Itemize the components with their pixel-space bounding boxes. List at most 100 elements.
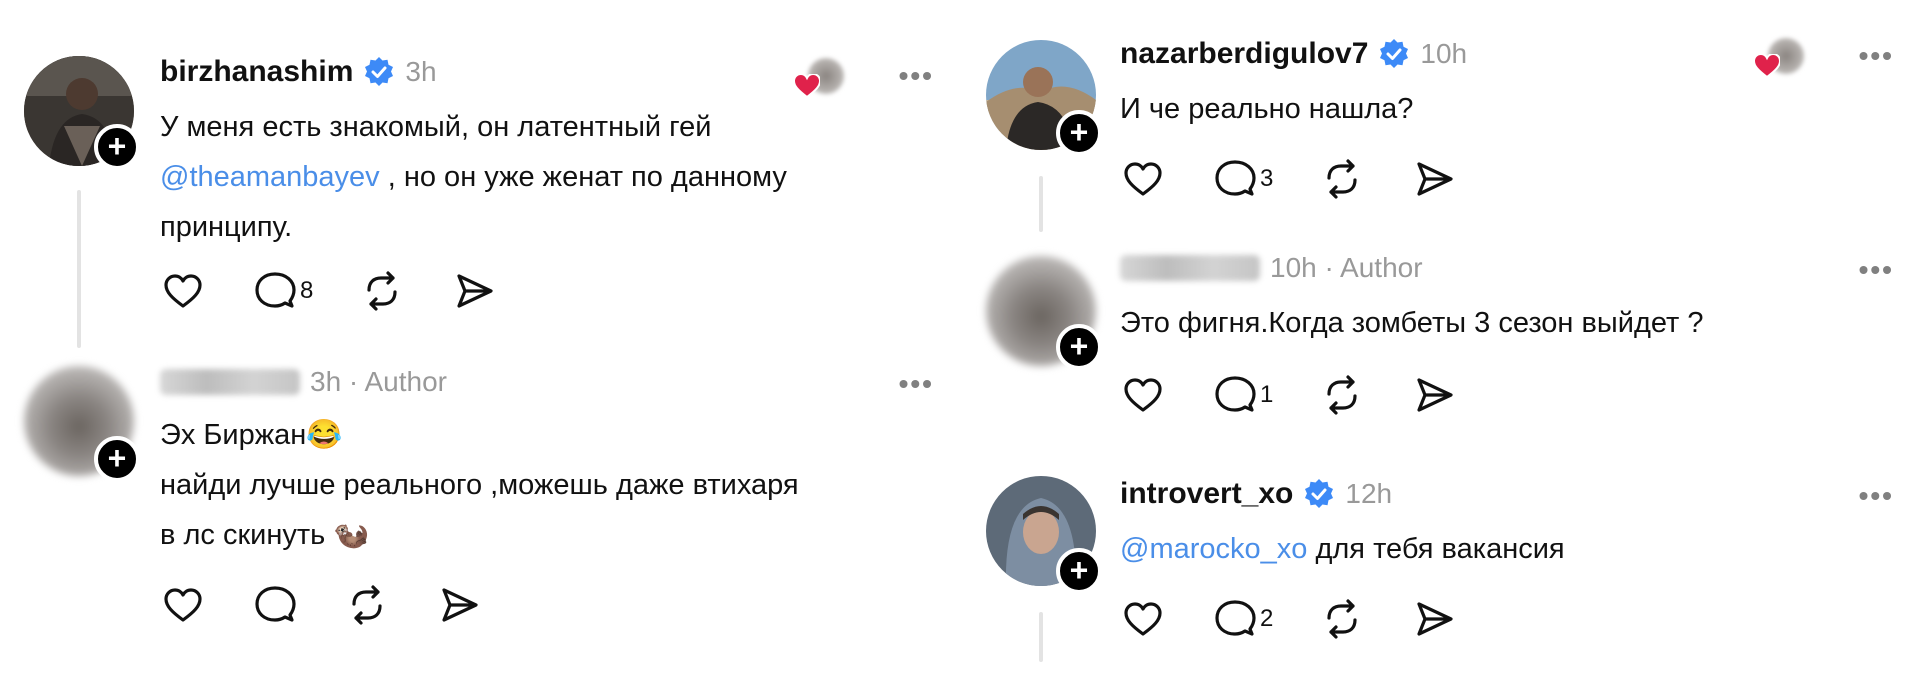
verified-badge-icon (1380, 39, 1409, 68)
like-button[interactable] (160, 268, 206, 314)
post-header: birzhanashim 3h (160, 50, 437, 94)
paper-plane-icon (1417, 378, 1453, 412)
text-line: У меня есть знакомый, он латентный гей (160, 102, 787, 152)
action-bar: 1 (1120, 370, 1503, 420)
reply-count: 1 (1260, 381, 1274, 408)
share-button[interactable] (1411, 596, 1457, 642)
post-header: introvert_xo 12h (1120, 472, 1392, 516)
text-segment: найди лучше реального ,можешь даже втиха… (160, 469, 799, 501)
share-button[interactable] (436, 582, 482, 628)
username[interactable]: nazarberdigulov7 (1120, 37, 1368, 71)
paper-plane-icon (457, 274, 493, 308)
text-line: принципу. (160, 202, 787, 252)
text-line: @theamanbayev , но он уже женат по данно… (160, 152, 787, 202)
repost-arrows-icon (1327, 159, 1357, 199)
post-time: 12h (1345, 478, 1393, 509)
speech-bubble-icon (1215, 600, 1256, 636)
heart-outline-icon (1124, 602, 1162, 636)
share-button[interactable] (451, 268, 497, 314)
mention-link[interactable]: @marocko_xo (1120, 533, 1307, 565)
post-header: nazarberdigulov7 10h (1120, 32, 1467, 76)
speech-bubble-icon (255, 586, 296, 622)
username[interactable]: introvert_xo (1120, 477, 1293, 511)
heart-outline-icon (1124, 162, 1162, 196)
text-segment: в лс скинуть 🦦 (160, 519, 370, 551)
repost-button[interactable] (1319, 372, 1365, 418)
username-blurred[interactable]: arcasadel (160, 369, 300, 395)
text-line: Это фигня.Когда зомбеты 3 сезон выйдет ? (1120, 298, 1704, 348)
speech-bubble-icon (255, 272, 296, 308)
reply-button[interactable]: 1 (1212, 372, 1273, 418)
post-time: 10h · Author (1270, 252, 1423, 283)
repost-button[interactable] (1319, 596, 1365, 642)
action-bar: 3 (1120, 154, 1503, 204)
post-text: Эх Биржан😂 найди лучше реального ,можешь… (160, 410, 799, 560)
like-button[interactable] (1120, 156, 1166, 202)
more-dots-icon[interactable]: ••• (899, 368, 934, 400)
text-segment: , но он уже женат по данному (379, 161, 787, 193)
follow-plus-icon[interactable]: + (1056, 324, 1102, 370)
heart-outline-icon (164, 274, 202, 308)
left-column: + birzhanashim 3h ••• У меня есть знаком… (0, 0, 960, 680)
repost-arrows-icon (367, 271, 397, 311)
post-time: 10h (1420, 38, 1468, 69)
repost-button[interactable] (359, 268, 405, 314)
liked-by-author-indicator (1754, 34, 1804, 78)
text-segment: Это фигня.Когда зомбеты 3 сезон выйдет ? (1120, 307, 1704, 339)
post-header: arcasadel 10h · Author (1120, 246, 1423, 290)
follow-plus-icon[interactable]: + (94, 436, 140, 482)
repost-arrows-icon (352, 585, 382, 625)
text-line: найди лучше реального ,можешь даже втиха… (160, 460, 799, 510)
right-column: + nazarberdigulov7 10h ••• И че реально … (960, 0, 1920, 680)
share-button[interactable] (1411, 156, 1457, 202)
post-header: arcasadel 3h · Author (160, 360, 447, 404)
more-dots-icon[interactable]: ••• (899, 60, 934, 92)
username-blurred[interactable]: arcasadel (1120, 255, 1260, 281)
repost-button[interactable] (344, 582, 390, 628)
post-text: У меня есть знакомый, он латентный гей @… (160, 102, 787, 252)
like-button[interactable] (1120, 372, 1166, 418)
more-dots-icon[interactable]: ••• (1859, 480, 1894, 512)
follow-plus-icon[interactable]: + (1056, 548, 1102, 594)
text-line: Эх Биржан😂 (160, 410, 799, 460)
post-text: @marocko_xo для тебя вакансия (1120, 524, 1565, 574)
repost-arrows-icon (1327, 375, 1357, 415)
heart-filled-icon (794, 74, 820, 98)
reply-count: 8 (300, 277, 314, 304)
like-button[interactable] (1120, 596, 1166, 642)
share-button[interactable] (1411, 372, 1457, 418)
mention-link[interactable]: @theamanbayev (160, 161, 380, 193)
text-segment: И че реально нашла? (1120, 93, 1414, 125)
reply-button[interactable]: 8 (252, 268, 313, 314)
heart-filled-icon (1754, 54, 1780, 78)
action-bar (160, 580, 528, 630)
like-button[interactable] (160, 582, 206, 628)
reply-button[interactable]: 2 (1212, 596, 1273, 642)
thread-line (1039, 612, 1043, 662)
repost-arrows-icon (1327, 599, 1357, 639)
thread-line (77, 190, 81, 348)
text-line: в лс скинуть 🦦 (160, 510, 799, 560)
more-dots-icon[interactable]: ••• (1859, 254, 1894, 286)
text-segment: для тебя вакансия (1307, 533, 1565, 565)
text-segment: Эх Биржан😂 (160, 419, 343, 451)
username[interactable]: birzhanashim (160, 55, 353, 89)
verified-badge-icon (1305, 479, 1334, 508)
text-segment: принципу. (160, 211, 293, 243)
repost-button[interactable] (1319, 156, 1365, 202)
reply-count: 3 (1260, 165, 1274, 192)
text-line: @marocko_xo для тебя вакансия (1120, 524, 1565, 574)
speech-bubble-icon (1215, 160, 1256, 196)
thread-line (1039, 176, 1043, 232)
reply-button[interactable] (252, 582, 298, 628)
post-time: 3h (405, 56, 437, 87)
reply-button[interactable]: 3 (1212, 156, 1273, 202)
text-segment: У меня есть знакомый, он латентный гей (160, 111, 712, 143)
follow-plus-icon[interactable]: + (1056, 110, 1102, 156)
speech-bubble-icon (1215, 376, 1256, 412)
more-dots-icon[interactable]: ••• (1859, 40, 1894, 72)
follow-plus-icon[interactable]: + (94, 124, 140, 170)
liked-by-author-indicator (794, 54, 844, 98)
post-text: Это фигня.Когда зомбеты 3 сезон выйдет ? (1120, 298, 1704, 348)
reply-count: 2 (1260, 605, 1274, 632)
